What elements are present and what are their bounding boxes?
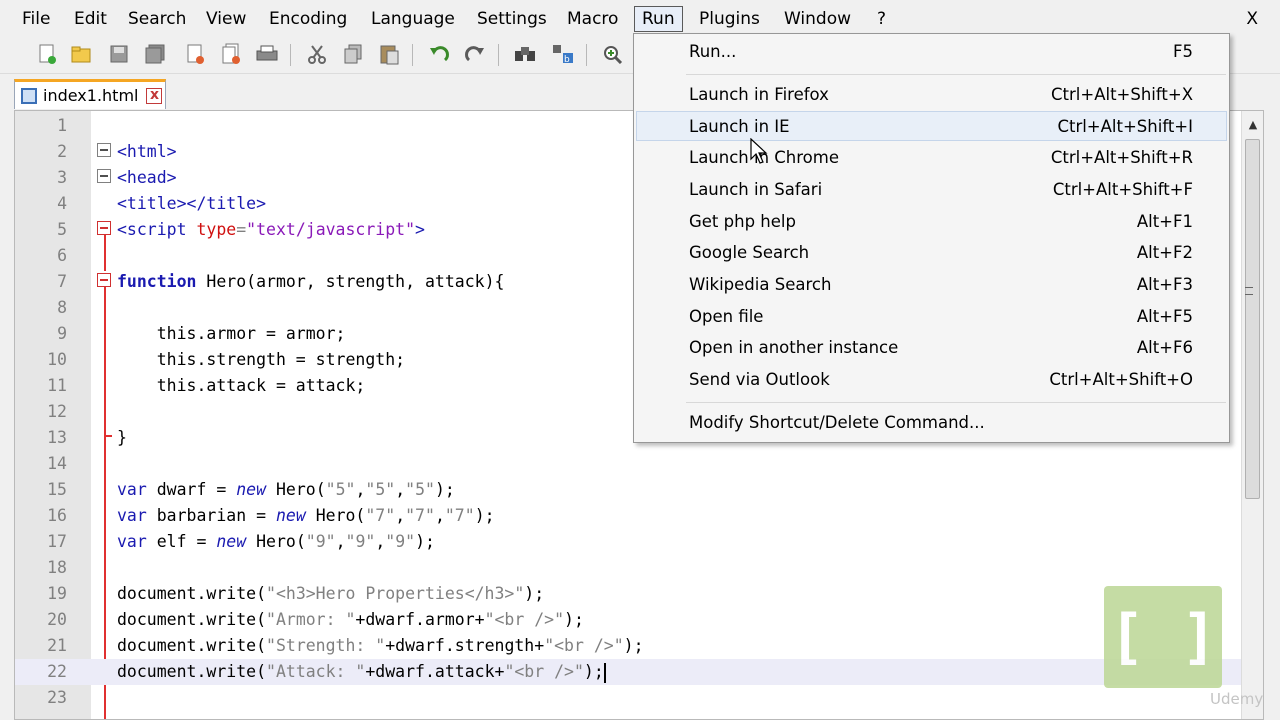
paste-icon[interactable]: [374, 40, 404, 68]
menu-view[interactable]: View: [204, 6, 248, 32]
code-line: 19 document.write("<h3>Hero Properties</h…: [47, 584, 545, 603]
menu-search[interactable]: Search: [126, 6, 188, 32]
file-saved-icon: [21, 87, 37, 104]
menu-item-launch-safari[interactable]: Launch in Safari Ctrl+Alt+Shift+F: [636, 175, 1227, 205]
menu-separator: [686, 74, 1226, 75]
code-line: 18: [47, 558, 67, 577]
save-all-icon[interactable]: [140, 40, 170, 68]
find-icon[interactable]: [510, 40, 540, 68]
open-file-icon[interactable]: [66, 40, 96, 68]
close-all-icon[interactable]: [216, 40, 246, 68]
menu-encoding[interactable]: Encoding: [267, 6, 349, 32]
code-line: 15 var dwarf = new Hero("5","5","5");: [47, 480, 455, 499]
menu-macro[interactable]: Macro: [565, 6, 620, 32]
vertical-scrollbar[interactable]: ▲: [1241, 111, 1263, 719]
menu-run[interactable]: Run: [634, 6, 683, 32]
menu-file[interactable]: File: [20, 6, 52, 32]
scrollbar-grip-icon: [1245, 287, 1253, 295]
code-line: 16 var barbarian = new Hero("7","7","7");: [47, 506, 495, 525]
tab-close-button[interactable]: x: [146, 87, 163, 104]
tab-filename: index1.html: [43, 86, 139, 105]
code-line: 17 var elf = new Hero("9","9","9");: [47, 532, 435, 551]
menu-plugins[interactable]: Plugins: [697, 6, 762, 32]
menu-separator: [686, 402, 1226, 403]
udemy-course-logo: [ ]: [1104, 586, 1222, 688]
tab-index1-html[interactable]: index1.html x: [14, 79, 166, 109]
menu-bar: File Edit Search View Encoding Language …: [0, 0, 1280, 36]
menu-item-launch-ie[interactable]: Launch in IE Ctrl+Alt+Shift+I: [636, 111, 1227, 141]
menu-help[interactable]: ?: [875, 6, 888, 32]
print-icon[interactable]: [252, 40, 282, 68]
zoom-in-icon[interactable]: [598, 40, 628, 68]
menu-item-php-help[interactable]: Get php help Alt+F1: [636, 207, 1227, 237]
code-line-current: 22 document.write("Attack: "+dwarf.attack…: [15, 659, 1255, 685]
menu-item-launch-chrome[interactable]: Launch in Chrome Ctrl+Alt+Shift+R: [636, 143, 1227, 173]
close-file-icon[interactable]: [180, 40, 210, 68]
menu-item-wikipedia-search[interactable]: Wikipedia Search Alt+F3: [636, 270, 1227, 300]
save-icon[interactable]: [104, 40, 134, 68]
menu-settings[interactable]: Settings: [475, 6, 549, 32]
run-dropdown-menu: Run... F5 Launch in Firefox Ctrl+Alt+Shift…: [633, 33, 1230, 443]
cut-icon[interactable]: [302, 40, 332, 68]
undo-icon[interactable]: [424, 40, 454, 68]
scroll-up-arrow-icon[interactable]: ▲: [1242, 115, 1263, 135]
redo-icon[interactable]: [460, 40, 490, 68]
code-line: 23: [47, 688, 67, 707]
code-line: 21 document.write("Strength: "+dwarf.stre…: [47, 636, 644, 655]
udemy-watermark: Udemy: [1210, 690, 1264, 708]
menu-window[interactable]: Window: [782, 6, 853, 32]
toolbar-separator: [498, 44, 499, 66]
toolbar-separator: [290, 44, 291, 66]
menu-item-send-outlook[interactable]: Send via Outlook Ctrl+Alt+Shift+O: [636, 365, 1227, 395]
close-document-button[interactable]: X: [1246, 6, 1258, 32]
toolbar-separator: [412, 44, 413, 66]
menu-language[interactable]: Language: [369, 6, 457, 32]
menu-edit[interactable]: Edit: [72, 6, 109, 32]
code-line: 20 document.write("Armor: "+dwarf.armor+"…: [47, 610, 584, 629]
copy-icon[interactable]: [338, 40, 368, 68]
scrollbar-thumb[interactable]: [1245, 139, 1260, 499]
svg-text:b: b: [564, 55, 570, 65]
menu-item-open-another-instance[interactable]: Open in another instance Alt+F6: [636, 333, 1227, 363]
mouse-pointer-icon: [750, 138, 768, 164]
replace-icon[interactable]: b: [548, 40, 578, 68]
text-caret: [603, 662, 606, 683]
menu-item-modify-shortcut[interactable]: Modify Shortcut/Delete Command...: [636, 408, 1227, 438]
menu-item-open-file[interactable]: Open file Alt+F5: [636, 302, 1227, 332]
menu-item-launch-firefox[interactable]: Launch in Firefox Ctrl+Alt+Shift+X: [636, 80, 1227, 110]
toolbar-separator: [586, 44, 587, 66]
menu-item-google-search[interactable]: Google Search Alt+F2: [636, 238, 1227, 268]
new-file-icon[interactable]: [32, 40, 62, 68]
code-line: 14: [47, 454, 67, 473]
menu-item-run[interactable]: Run... F5: [636, 37, 1227, 67]
